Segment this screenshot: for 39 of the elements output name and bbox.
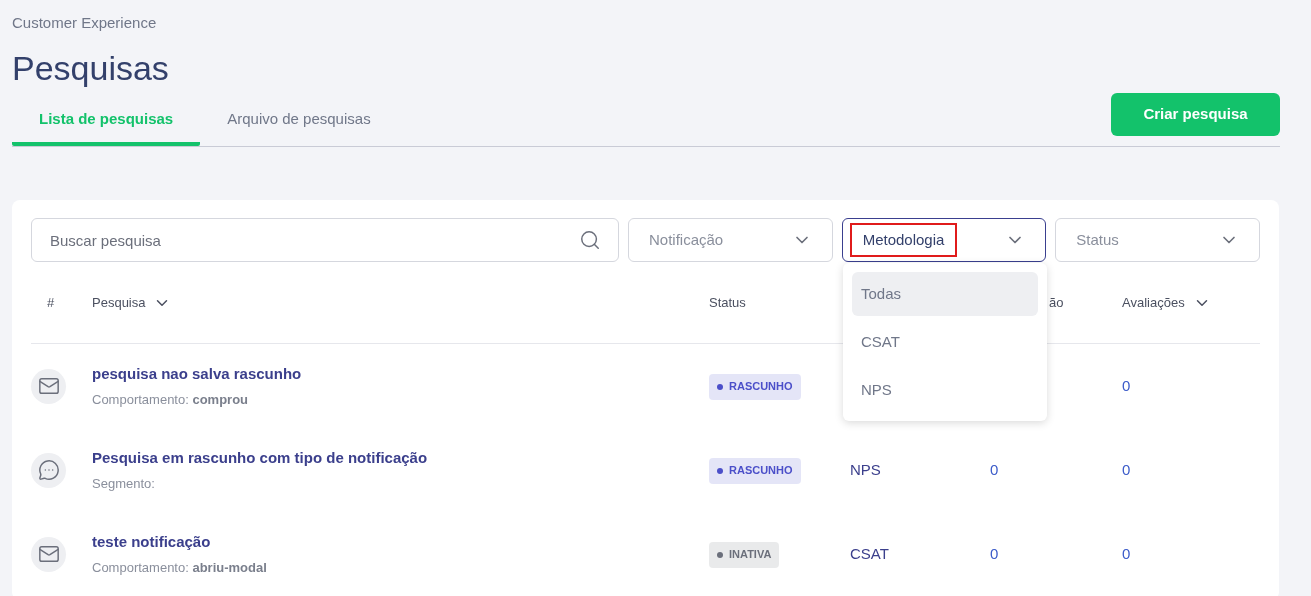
column-header[interactable]: Pesquisa <box>92 292 146 313</box>
filter-label: Metodologia <box>849 222 958 258</box>
survey-detail: Segmento: <box>92 475 156 493</box>
create-survey-button[interactable]: Criar pesquisa <box>1111 93 1280 136</box>
methodology-cell: CSAT <box>850 545 889 562</box>
dropdown-option[interactable]: CSAT <box>852 320 1038 364</box>
column-header: Status <box>709 293 746 312</box>
survey-name[interactable]: Pesquisa em rascunho com tipo de notificação <box>92 446 709 469</box>
table-cell: 0 <box>990 545 999 562</box>
page-title: Pesquisas <box>12 47 170 89</box>
search-icon <box>578 229 601 251</box>
filter-dropdown[interactable]: Status <box>1055 218 1260 262</box>
status-tag: INATIVA <box>709 541 780 568</box>
status-tag: RASCUNHO <box>709 373 801 400</box>
filter-label: Notificação <box>647 229 725 250</box>
mail-icon <box>31 368 66 404</box>
column-header: # <box>47 293 55 312</box>
search-field[interactable]: Buscar pesquisa <box>31 218 619 262</box>
filter-dropdown[interactable]: Notificação <box>627 218 833 262</box>
survey-detail: Comportamento: abriu-modal <box>92 559 268 577</box>
dropdown-option[interactable]: Todas <box>852 272 1038 316</box>
status-tag: RASCUNHO <box>709 457 801 484</box>
mail-icon <box>31 536 66 572</box>
chat-icon <box>31 452 66 488</box>
table-cell: 0 <box>1122 377 1131 394</box>
column-header[interactable]: Avaliações <box>1122 292 1185 313</box>
filter-label: Status <box>1075 229 1120 250</box>
survey-detail: Comportamento: comprou <box>92 391 250 409</box>
methodology-cell: NPS <box>850 461 881 478</box>
breadcrumb: Customer Experience <box>12 13 158 33</box>
survey-name[interactable]: pesquisa nao salva rascunho <box>92 362 709 385</box>
filter-dropdown[interactable]: Metodologia <box>841 218 1047 262</box>
table-cell: 0 <box>990 461 999 478</box>
tab[interactable]: Arquivo de pesquisas <box>200 99 398 146</box>
table-cell: 0 <box>1122 545 1131 562</box>
survey-name[interactable]: teste notificação <box>92 530 709 553</box>
dropdown-option[interactable]: NPS <box>852 368 1038 412</box>
column-header: ão <box>1049 293 1064 312</box>
table-cell: 0 <box>1122 461 1131 478</box>
